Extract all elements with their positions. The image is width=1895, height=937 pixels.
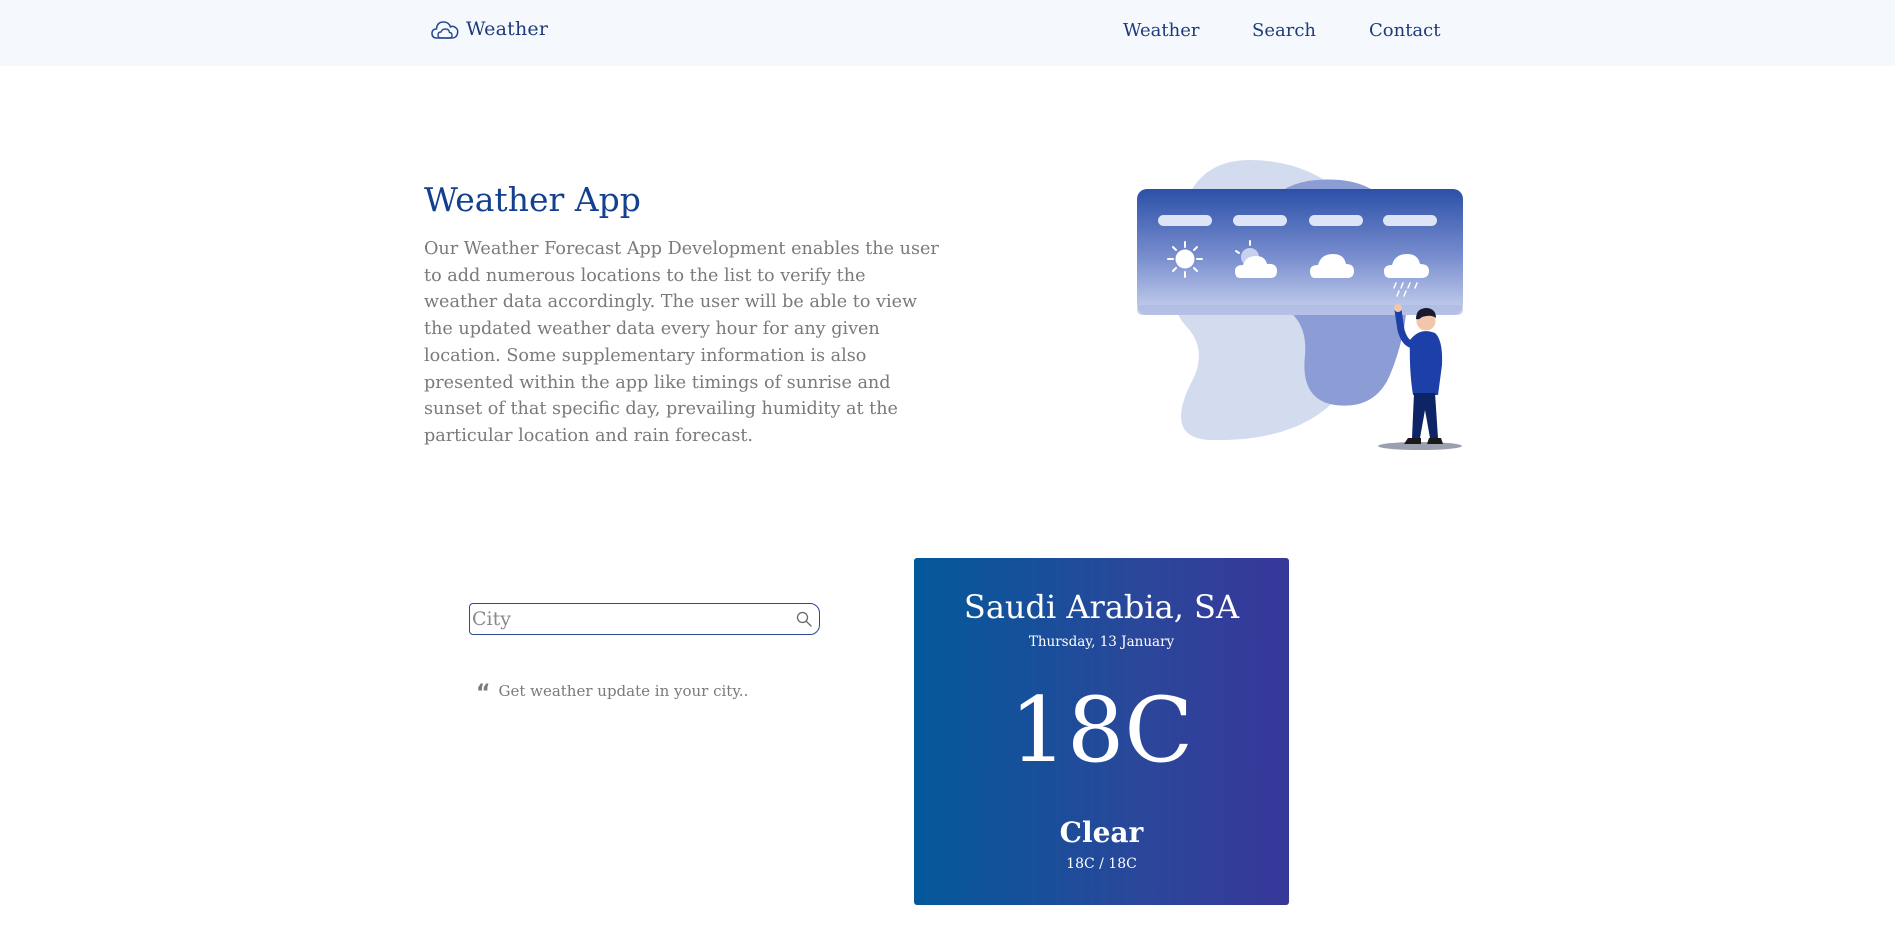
tagline-text: Get weather update in your city.. [498,682,749,700]
city-search-input[interactable] [472,604,782,633]
card-location: Saudi Arabia, SA [963,588,1240,626]
search-box [469,603,820,635]
nav-link-weather[interactable]: Weather [1123,20,1200,41]
cloud-icon [431,21,459,39]
brand-name: Weather [466,18,549,40]
hero-title: Weather App [424,180,641,219]
card-condition: Clear [1059,816,1144,849]
card-temperature: 18C [1009,678,1194,783]
card-date: Thursday, 13 January [1028,634,1175,650]
navbar: Weather Weather Search Contact [0,0,1895,66]
quote-icon: “ [476,683,491,699]
weather-card: Saudi Arabia, SA Thursday, 13 January 18… [914,558,1289,905]
card-temperature-range: 18C / 18C [1066,856,1137,872]
tagline: “ Get weather update in your city.. [476,682,748,700]
search-icon[interactable] [795,610,813,628]
weather-illustration [1137,160,1463,450]
nav-link-search[interactable]: Search [1252,20,1316,41]
hero-description: Our Weather Forecast App Development ena… [424,239,939,446]
nav-link-contact[interactable]: Contact [1369,20,1440,41]
brand[interactable]: Weather [430,16,548,42]
